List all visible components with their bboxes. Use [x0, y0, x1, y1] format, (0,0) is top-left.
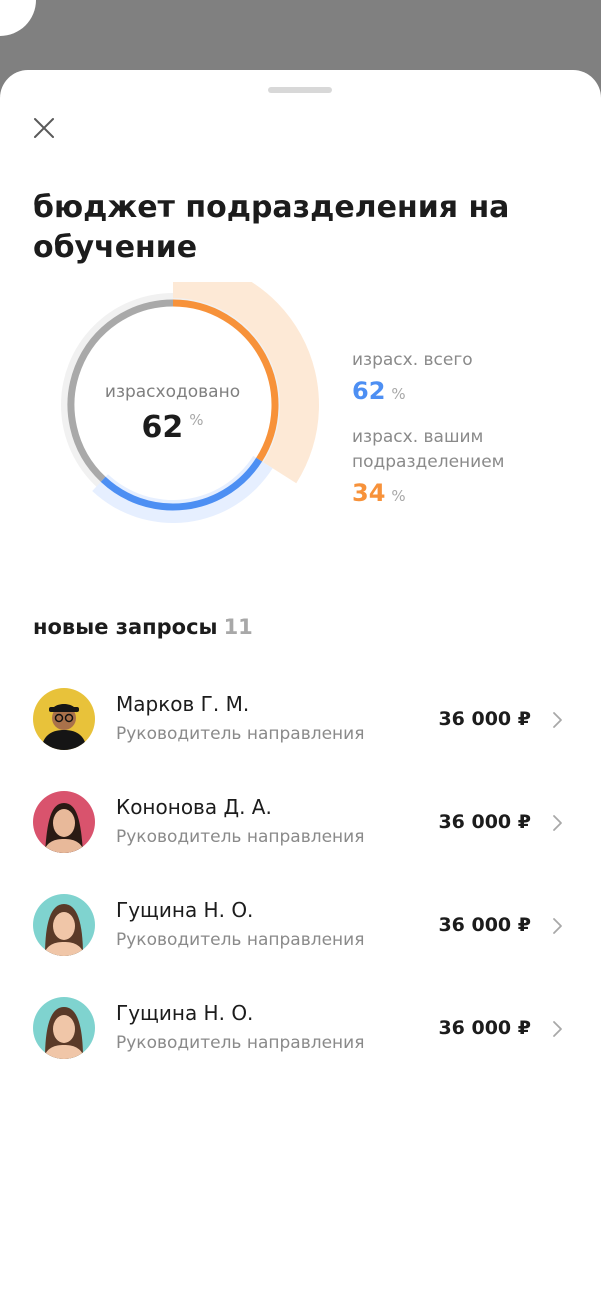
request-amount: 36 000 ₽ [438, 914, 531, 936]
chevron-right-icon [553, 918, 562, 934]
request-amount: 36 000 ₽ [438, 708, 531, 730]
legend-total-label: израсх. всего [352, 350, 473, 370]
budget-donut-chart: израсходовано 62% [50, 259, 340, 572]
legend-total: израсх. всего 62% [352, 348, 592, 405]
request-name: Гущина Н. О. [116, 898, 254, 922]
requests-count: 11 [223, 615, 253, 639]
request-role: Руководитель направления [116, 1033, 365, 1053]
avatar [33, 894, 95, 956]
legend-total-unit: % [391, 385, 406, 403]
request-name: Марков Г. М. [116, 692, 250, 716]
chevron-right-icon [553, 815, 562, 831]
request-role: Руководитель направления [116, 930, 365, 950]
request-row[interactable]: Кононова Д. А. Руководитель направления … [0, 781, 601, 884]
close-button[interactable] [28, 112, 62, 146]
avatar [33, 997, 95, 1059]
chart-center-number: 62 [141, 410, 184, 445]
chart-center-value: 62% [50, 410, 295, 445]
legend-department-label-2: подразделением [352, 452, 505, 472]
sheet-grabber[interactable] [268, 87, 332, 93]
chevron-right-icon [553, 1021, 562, 1037]
request-row[interactable]: Гущина Н. О. Руководитель направления 36… [0, 987, 601, 1090]
requests-list: Марков Г. М. Руководитель направления 36… [0, 678, 601, 1090]
legend-department-value: 34 [352, 479, 386, 507]
request-role: Руководитель направления [116, 724, 365, 744]
avatar-woman-icon [33, 791, 95, 853]
avatar [33, 791, 95, 853]
request-name: Гущина Н. О. [116, 1001, 254, 1025]
request-role: Руководитель направления [116, 827, 365, 847]
chart-center-unit: % [189, 411, 204, 429]
close-icon [34, 118, 54, 138]
chevron-right-icon [553, 712, 562, 728]
avatar-woman-icon [33, 997, 95, 1059]
legend-department-unit: % [391, 487, 406, 505]
request-amount: 36 000 ₽ [438, 1017, 531, 1039]
request-row[interactable]: Гущина Н. О. Руководитель направления 36… [0, 884, 601, 987]
avatar-woman-icon [33, 894, 95, 956]
legend-total-value: 62 [352, 377, 386, 405]
chart-center-label: израсходовано [104, 382, 241, 402]
page-title: бюджет подразделения на обучение [33, 190, 510, 265]
requests-title: новые запросы [33, 615, 218, 639]
bottom-sheet: бюджет подразделения на обучение израсхо… [0, 70, 601, 1302]
legend-department: израсх. вашим подразделением 34% [352, 425, 592, 507]
chart-legend: израсх. всего 62% израсх. вашим подразде… [352, 348, 592, 507]
legend-department-label-1: израсх. вашим [352, 427, 484, 447]
request-name: Кононова Д. А. [116, 795, 272, 819]
requests-section-title: новые запросы 11 [33, 615, 253, 639]
avatar-man-icon [33, 688, 95, 750]
request-row[interactable]: Марков Г. М. Руководитель направления 36… [0, 678, 601, 781]
avatar [33, 688, 95, 750]
request-amount: 36 000 ₽ [438, 811, 531, 833]
